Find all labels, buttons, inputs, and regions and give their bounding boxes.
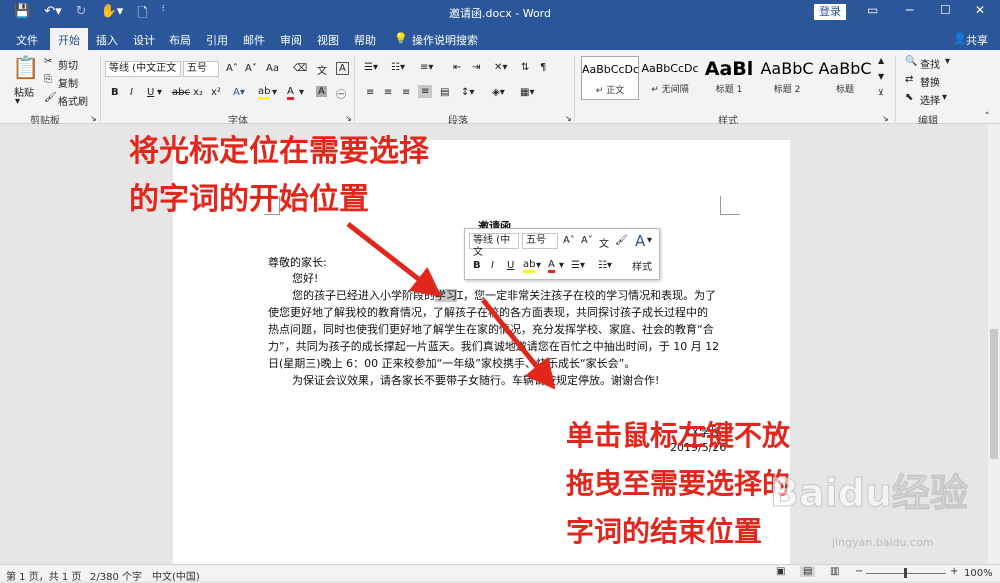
print-layout-icon[interactable]: ▤ (800, 566, 816, 577)
read-mode-icon[interactable]: ▣ (776, 566, 785, 577)
vertical-scrollbar[interactable] (988, 124, 1000, 564)
web-layout-icon[interactable]: ▥ (830, 566, 839, 577)
scrollbar-thumb[interactable] (990, 329, 998, 459)
zoom-slider-thumb[interactable] (904, 568, 907, 578)
zoom-in-icon[interactable]: + (950, 566, 958, 577)
arrow-to-start (346, 222, 442, 298)
zoom-level[interactable]: 100% (964, 568, 993, 579)
watermark-url: jingyan.baidu.com (832, 536, 934, 549)
arrow-to-end (481, 298, 556, 390)
zoom-out-icon[interactable]: − (855, 566, 863, 577)
watermark-logo: Baidu经验 (770, 471, 969, 516)
status-bar: 第 1 页，共 1 页 2/380 个字 中文(中国) ▣ ▤ ▥ − + 10… (0, 564, 1000, 583)
